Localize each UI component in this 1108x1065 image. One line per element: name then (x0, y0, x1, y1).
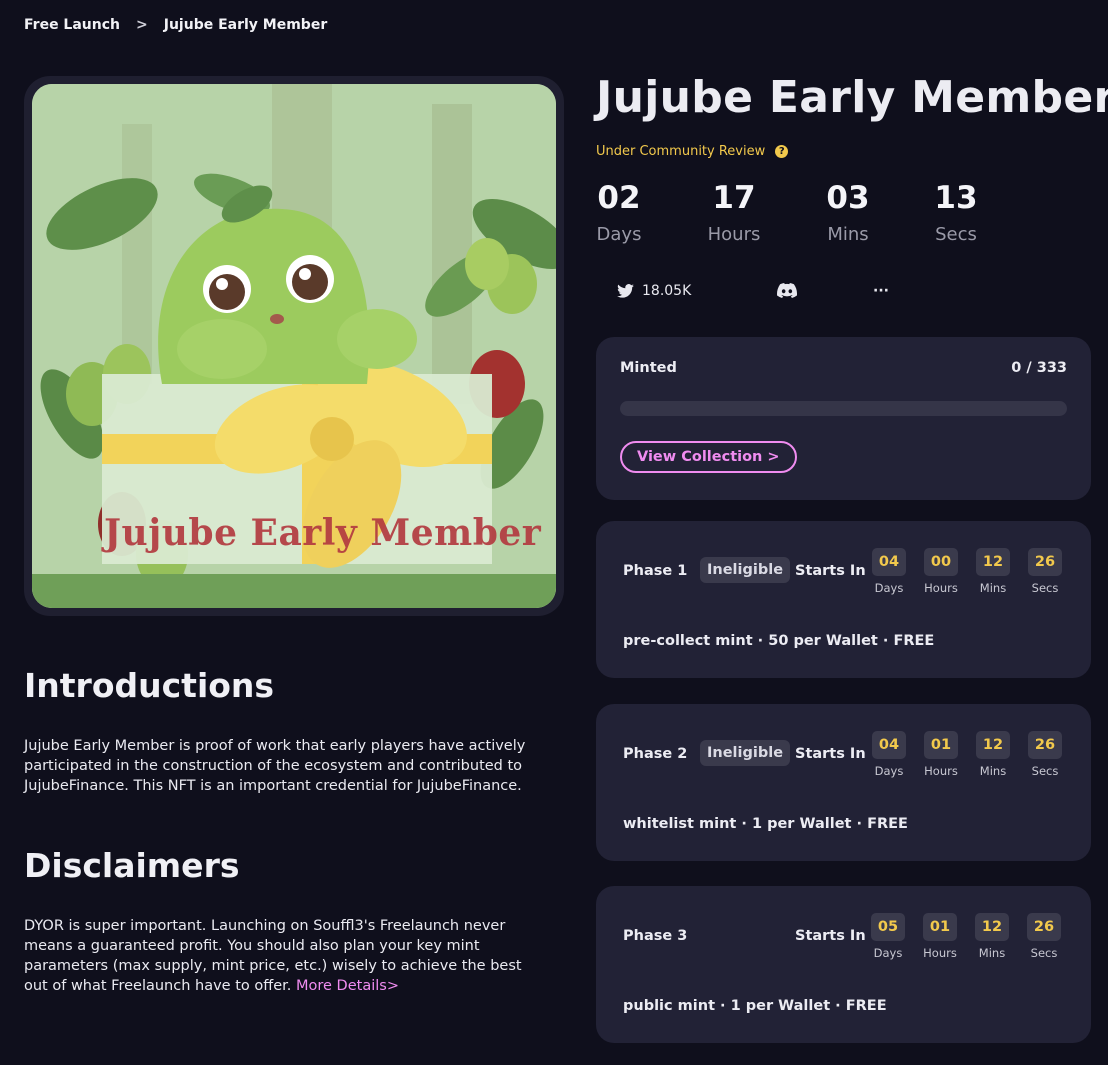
help-icon[interactable]: ? (775, 145, 789, 158)
phase-countdown-days: 05 Days (866, 913, 910, 960)
phase-countdown-value: 01 (924, 731, 958, 759)
countdown-secs-label: Secs (935, 224, 977, 245)
artwork-caption: Jujube Early Member (104, 512, 542, 554)
breadcrumb-separator: > (136, 17, 148, 33)
phase-countdown-hours: 01 Hours (918, 913, 962, 960)
phase-countdown-label: Hours (923, 946, 957, 960)
phase-countdown-value: 04 (872, 548, 906, 576)
social-links: 18.05K ··· (617, 283, 917, 305)
phase-description: whitelist mint · 1 per Wallet · FREE (623, 816, 908, 832)
phase-countdown-days: 04 Days (867, 731, 911, 778)
main-countdown: 02 Days 17 Hours 03 Mins 13 Secs (596, 180, 996, 260)
phase-countdown-label: Hours (924, 764, 958, 778)
phase-countdown-label: Mins (979, 581, 1007, 595)
countdown-days: 02 Days (596, 180, 642, 245)
discord-icon (777, 283, 797, 298)
mint-progress-bar (620, 401, 1067, 416)
phase-countdown-secs: 26 Secs (1023, 731, 1067, 778)
review-status-text: Under Community Review (596, 144, 766, 159)
countdown-secs-value: 13 (934, 180, 978, 216)
phase-countdown-mins: 12 Mins (970, 913, 1014, 960)
phase-countdown-label: Hours (924, 581, 958, 595)
eligibility-badge: Ineligible (700, 557, 791, 583)
countdown-mins: 03 Mins (824, 180, 872, 245)
nft-artwork-frame: Jujube Early Member (24, 76, 564, 616)
countdown-hours: 17 Hours (706, 180, 762, 245)
introductions-heading: Introductions (24, 666, 275, 705)
disclaimers-body: DYOR is super important. Launching on So… (24, 918, 522, 994)
starts-in-label: Starts In (795, 746, 866, 762)
countdown-hours-label: Hours (707, 224, 761, 245)
breadcrumb: Free Launch > Jujube Early Member (24, 17, 327, 33)
phase-countdown-value: 26 (1028, 731, 1062, 759)
countdown-secs: 13 Secs (934, 180, 978, 245)
minted-count: 0 / 333 (1011, 360, 1067, 376)
more-details-link[interactable]: More Details> (296, 978, 399, 994)
phase-countdown-mins: 12 Mins (971, 548, 1015, 595)
disclaimers-heading: Disclaimers (24, 846, 240, 885)
twitter-followers: 18.05K (642, 283, 692, 299)
introductions-text: Jujube Early Member is proof of work tha… (24, 738, 526, 794)
phase-description: public mint · 1 per Wallet · FREE (623, 998, 887, 1014)
phase-countdown-value: 01 (923, 913, 957, 941)
phase-name: Phase 2 (623, 746, 688, 762)
eligibility-badge: Ineligible (700, 740, 791, 766)
twitter-icon (617, 284, 634, 298)
phase-name: Phase 1 (623, 563, 688, 579)
phase-countdown-value: 12 (976, 548, 1010, 576)
phase-countdown-hours: 01 Hours (919, 731, 963, 778)
phase-countdown-value: 12 (975, 913, 1009, 941)
phase-countdown-label: Secs (1031, 764, 1059, 778)
phase-countdown-label: Secs (1030, 946, 1058, 960)
phase-countdown-label: Days (874, 581, 904, 595)
phase-countdown-value: 00 (924, 548, 958, 576)
starts-in-label: Starts In (795, 563, 866, 579)
review-status: Under Community Review ? (596, 144, 789, 159)
phase-countdown-label: Days (874, 764, 904, 778)
phase-countdown-label: Secs (1031, 581, 1059, 595)
view-collection-button[interactable]: View Collection > (620, 441, 797, 473)
phase-3-card: Phase 3 Starts In 05 Days 01 Hours 12 Mins … (596, 886, 1091, 1043)
discord-link[interactable] (777, 283, 797, 298)
phase-2-card: Phase 2 Ineligible Starts In 04 Days 01 Ho… (596, 704, 1091, 861)
phase-countdown-value: 26 (1027, 913, 1061, 941)
phase-countdown-mins: 12 Mins (971, 731, 1015, 778)
phase-countdown-value: 04 (872, 731, 906, 759)
phase-countdown-secs: 26 Secs (1023, 548, 1067, 595)
countdown-mins-value: 03 (826, 180, 870, 216)
breadcrumb-current: Jujube Early Member (163, 17, 328, 33)
phase-name: Phase 3 (623, 928, 688, 944)
countdown-mins-label: Mins (827, 224, 869, 245)
phase-countdown-days: 04 Days (867, 548, 911, 595)
phase-countdown-value: 26 (1028, 548, 1062, 576)
more-options[interactable]: ··· (873, 283, 889, 299)
phase-countdown-secs: 26 Secs (1022, 913, 1066, 960)
phase-description: pre-collect mint · 50 per Wallet · FREE (623, 633, 935, 649)
phase-countdown-value: 05 (871, 913, 905, 941)
phase-1-card: Phase 1 Ineligible Starts In 04 Days 00 Ho… (596, 521, 1091, 678)
countdown-days-value: 02 (597, 180, 641, 216)
breadcrumb-free-launch[interactable]: Free Launch (24, 17, 120, 33)
minted-label: Minted (620, 360, 677, 376)
nft-artwork: Jujube Early Member (32, 84, 556, 608)
page-title: Jujube Early Member (596, 72, 1108, 123)
twitter-link[interactable]: 18.05K (617, 283, 691, 299)
phase-countdown-value: 12 (976, 731, 1010, 759)
phase-countdown-hours: 00 Hours (919, 548, 963, 595)
phase-countdown-label: Mins (978, 946, 1006, 960)
disclaimers-text: DYOR is super important. Launching on So… (24, 916, 544, 996)
countdown-days-label: Days (596, 224, 642, 245)
starts-in-label: Starts In (795, 928, 866, 944)
phase-countdown-label: Mins (979, 764, 1007, 778)
more-icon: ··· (873, 283, 889, 299)
minted-card: Minted 0 / 333 View Collection > (596, 337, 1091, 500)
countdown-hours-value: 17 (712, 180, 756, 216)
phase-countdown-label: Days (873, 946, 903, 960)
